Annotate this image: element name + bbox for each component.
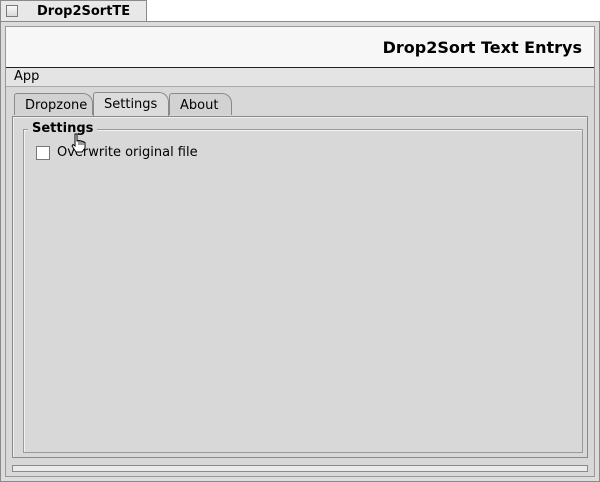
tab-dropzone-label: Dropzone (25, 98, 88, 113)
app-window: Drop2Sort Text Entrys App Dropzone Setti… (0, 21, 600, 482)
tab-dropzone[interactable]: Dropzone (14, 93, 93, 115)
window-content: Drop2Sort Text Entrys App Dropzone Setti… (5, 26, 595, 477)
overwrite-checkbox[interactable] (36, 146, 50, 160)
status-bar (12, 465, 588, 472)
app-header: Drop2Sort Text Entrys (6, 27, 594, 68)
menu-app[interactable]: App (14, 69, 39, 84)
tab-about-label: About (180, 98, 219, 113)
tab-settings-label: Settings (104, 97, 158, 112)
settings-group: Settings Overwrite original file (23, 121, 583, 453)
close-box-icon[interactable] (6, 5, 18, 17)
window-tab[interactable]: Drop2SortTE (0, 0, 147, 21)
hand-pointer-icon (70, 133, 88, 157)
menu-bar: App (6, 68, 594, 87)
app-title: Drop2Sort Text Entrys (382, 38, 582, 57)
tab-about[interactable]: About (169, 93, 232, 115)
window-title: Drop2SortTE (37, 4, 131, 19)
tab-view: Dropzone Settings About Settings Overwri… (6, 87, 594, 476)
tab-settings[interactable]: Settings (93, 92, 169, 116)
settings-panel: Settings Overwrite original file (12, 116, 588, 458)
